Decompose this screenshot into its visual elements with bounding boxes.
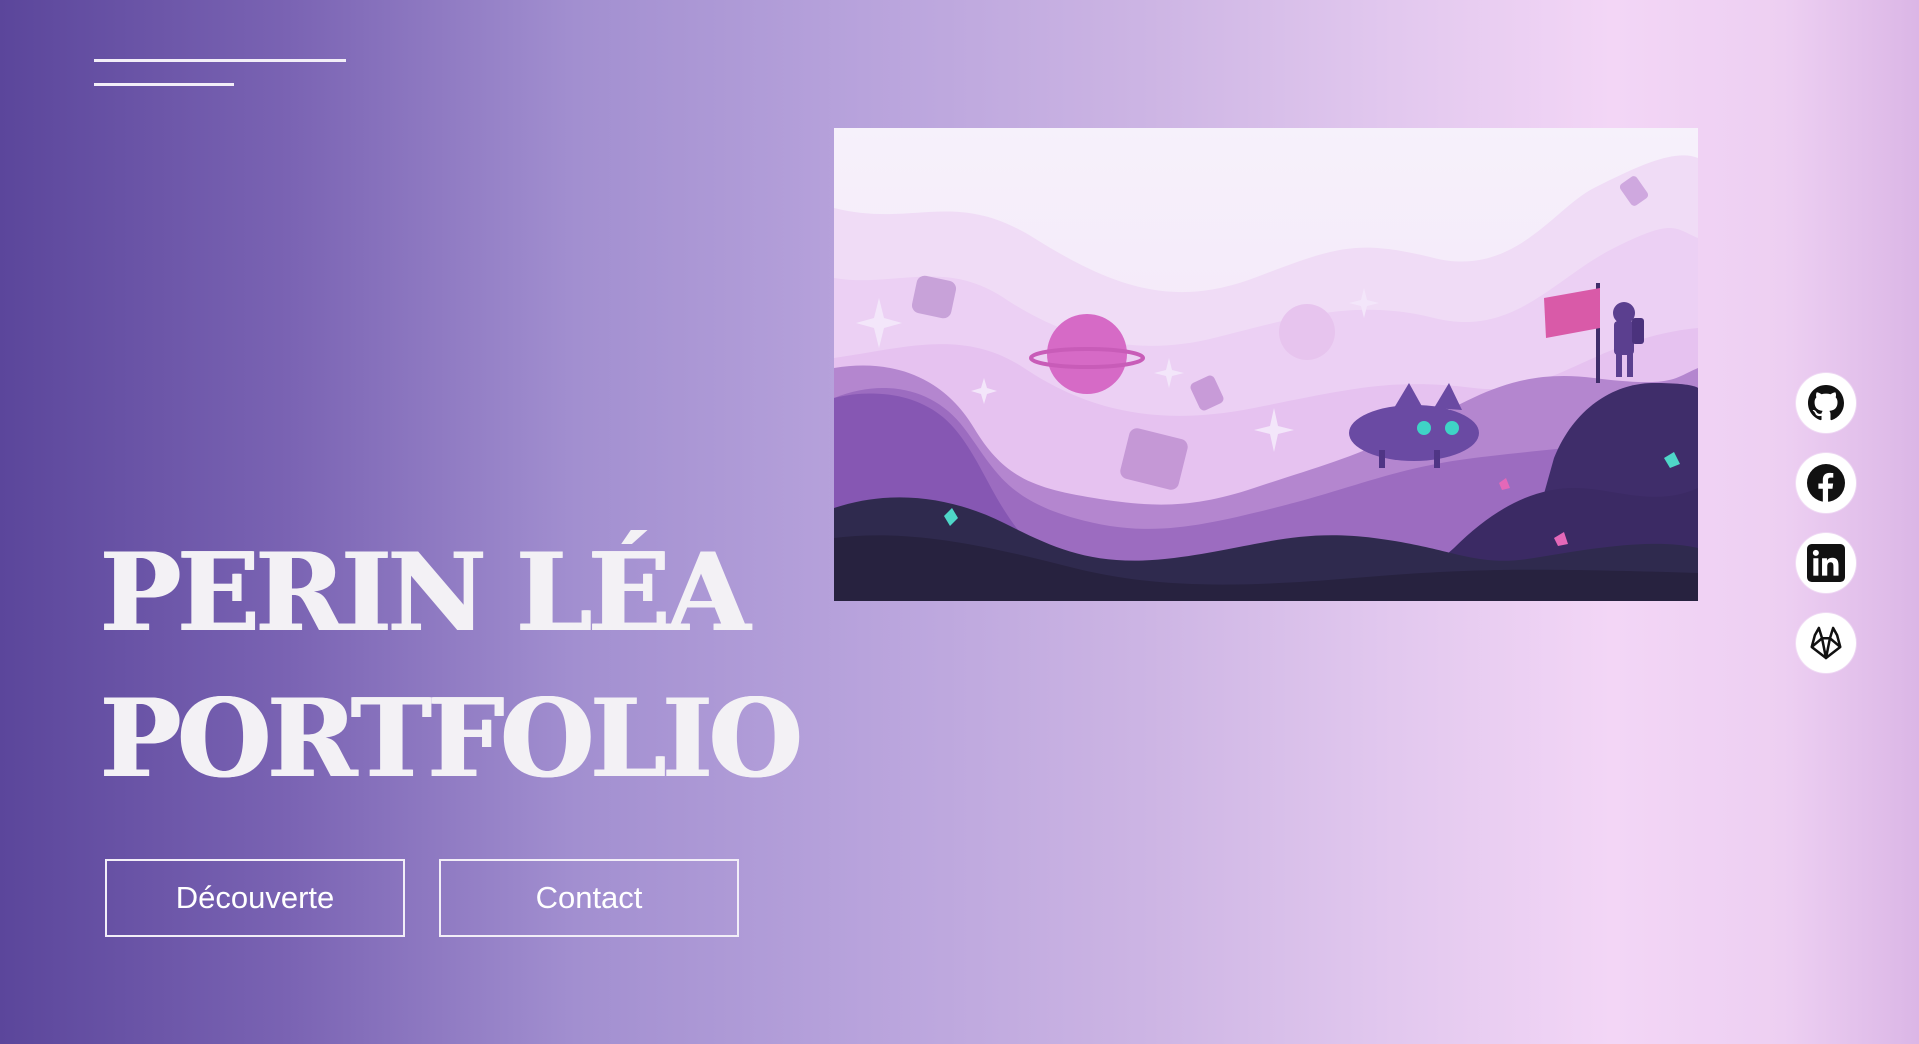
github-icon [1808, 385, 1844, 421]
contact-button[interactable]: Contact [439, 859, 739, 937]
hero-title: PERIN LÉA PORTFOLIO [100, 520, 803, 812]
social-links [1796, 373, 1856, 693]
facebook-icon [1807, 464, 1845, 502]
gitlab-icon [1807, 624, 1845, 662]
menu-line-top [94, 59, 346, 62]
menu-button[interactable] [94, 56, 346, 92]
hero-illustration [834, 128, 1698, 601]
discover-button[interactable]: Découverte [105, 859, 405, 937]
linkedin-icon [1807, 544, 1845, 582]
hero-title-portfolio: PORTFOLIO [100, 676, 803, 802]
hero-title-name: PERIN LÉA [100, 530, 750, 656]
gitlab-link[interactable] [1796, 613, 1856, 673]
menu-line-bottom [94, 83, 234, 86]
linkedin-link[interactable] [1796, 533, 1856, 593]
github-link[interactable] [1796, 373, 1856, 433]
facebook-link[interactable] [1796, 453, 1856, 513]
